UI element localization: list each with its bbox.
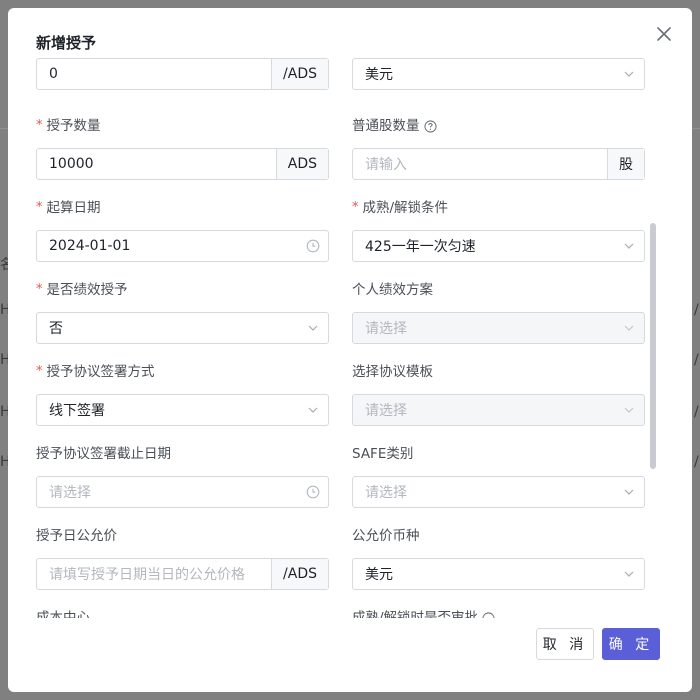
vesting-condition-select[interactable]: 425一年一次匀速 bbox=[352, 230, 645, 262]
chevron-down-icon bbox=[624, 571, 634, 577]
vesting-condition-value: 425一年一次匀速 bbox=[365, 239, 476, 255]
common-shares-input[interactable]: 请输入 股 bbox=[352, 148, 645, 180]
field-safe-type: SAFE类别 请选择 bbox=[352, 444, 645, 508]
start-date-picker[interactable]: 2024-01-01 bbox=[36, 230, 329, 262]
backdrop-text: / bbox=[694, 302, 699, 318]
grant-quantity-suffix: ADS bbox=[275, 149, 328, 179]
field-fair-value-currency: 公允价币种 美元 bbox=[352, 526, 645, 590]
start-date-value: 2024-01-01 bbox=[49, 238, 131, 254]
is-performance-value: 否 bbox=[49, 321, 63, 337]
common-shares-label: 普通股数量 bbox=[352, 116, 645, 136]
confirm-button[interactable]: 确 定 bbox=[602, 628, 660, 660]
cost-center-label: 成本中心 bbox=[36, 610, 90, 618]
sign-deadline-picker[interactable]: 请选择 bbox=[36, 476, 329, 508]
fair-value-input[interactable]: 请填写授予日期当日的公允价格 /ADS bbox=[36, 558, 329, 590]
field-grant-quantity: * 授予数量 10000 ADS bbox=[36, 116, 329, 180]
agreement-template-placeholder: 请选择 bbox=[365, 403, 407, 419]
field-price-currency: 美元 bbox=[352, 58, 645, 90]
modal-title: 新增授予 bbox=[36, 34, 97, 52]
field-agreement-template: 选择协议模板 请选择 bbox=[352, 362, 645, 426]
fair-value-placeholder: 请填写授予日期当日的公允价格 bbox=[49, 567, 245, 583]
question-circle-icon bbox=[482, 611, 495, 618]
backdrop-text: / bbox=[694, 454, 699, 470]
field-vesting-approval: 成熟/解锁时是否审批 bbox=[352, 608, 645, 618]
common-shares-suffix: 股 bbox=[607, 149, 644, 179]
field-sign-method: * 授予协议签署方式 线下签署 bbox=[36, 362, 329, 426]
sign-method-value: 线下签署 bbox=[49, 403, 105, 419]
grant-quantity-value: 10000 bbox=[49, 156, 94, 172]
fair-value-suffix: /ADS bbox=[271, 559, 328, 589]
sign-deadline-placeholder: 请选择 bbox=[49, 485, 91, 501]
price-suffix: /ADS bbox=[271, 59, 328, 89]
field-performance-plan: 个人绩效方案 请选择 bbox=[352, 280, 645, 344]
safe-type-placeholder: 请选择 bbox=[365, 485, 407, 501]
chevron-down-icon bbox=[624, 489, 634, 495]
common-shares-placeholder: 请输入 bbox=[365, 157, 407, 173]
field-common-shares: 普通股数量 请输入 股 bbox=[352, 116, 645, 180]
field-start-date: * 起算日期 2024-01-01 bbox=[36, 198, 329, 262]
safe-type-select[interactable]: 请选择 bbox=[352, 476, 645, 508]
chevron-down-icon bbox=[308, 407, 318, 413]
close-button[interactable] bbox=[652, 22, 676, 46]
close-icon bbox=[657, 27, 671, 41]
fair-value-currency-value: 美元 bbox=[365, 567, 393, 583]
cancel-button[interactable]: 取 消 bbox=[536, 628, 594, 660]
fair-value-currency-select[interactable]: 美元 bbox=[352, 558, 645, 590]
chevron-down-icon bbox=[624, 325, 634, 331]
modal-body[interactable]: 0 /ADS 美元 * 授予数量 10000 ADS 普通股数量 请输入 股 *… bbox=[8, 58, 658, 618]
grant-quantity-input[interactable]: 10000 ADS bbox=[36, 148, 329, 180]
backdrop-divider bbox=[0, 128, 8, 129]
performance-plan-select: 请选择 bbox=[352, 312, 645, 344]
question-circle-icon bbox=[423, 119, 437, 133]
backdrop-text: / bbox=[694, 404, 699, 420]
agreement-template-select: 请选择 bbox=[352, 394, 645, 426]
grant-modal: 新增授予 0 /ADS 美元 * 授予数量 10000 ADS 普通股数量 请输… bbox=[8, 8, 692, 692]
vesting-approval-label: 成熟/解锁时是否审批 bbox=[352, 608, 645, 618]
price-input[interactable]: 0 /ADS bbox=[36, 58, 329, 90]
field-fair-value: 授予日公允价 请填写授予日期当日的公允价格 /ADS bbox=[36, 526, 329, 590]
agreement-template-label: 选择协议模板 bbox=[352, 364, 433, 380]
chevron-down-icon bbox=[624, 71, 634, 77]
field-vesting-condition: * 成熟/解锁条件 425一年一次匀速 bbox=[352, 198, 645, 262]
clock-icon bbox=[306, 239, 320, 253]
sign-method-select[interactable]: 线下签署 bbox=[36, 394, 329, 426]
sign-method-label: * 授予协议签署方式 bbox=[36, 364, 155, 380]
backdrop-text: / bbox=[694, 352, 699, 368]
sign-deadline-label: 授予协议签署截止日期 bbox=[36, 446, 171, 462]
safe-type-label: SAFE类别 bbox=[352, 446, 414, 462]
clock-icon bbox=[306, 485, 320, 499]
performance-plan-placeholder: 请选择 bbox=[365, 321, 407, 337]
fair-value-currency-label: 公允价币种 bbox=[352, 528, 420, 544]
chevron-down-icon bbox=[624, 243, 634, 249]
field-sign-deadline: 授予协议签署截止日期 请选择 bbox=[36, 444, 329, 508]
scrollbar[interactable] bbox=[649, 58, 657, 618]
chevron-down-icon bbox=[624, 407, 634, 413]
backdrop-divider bbox=[692, 128, 700, 129]
price-currency-select[interactable]: 美元 bbox=[352, 58, 645, 90]
field-price: 0 /ADS bbox=[36, 58, 329, 90]
price-value: 0 bbox=[49, 66, 58, 82]
grant-quantity-label: * 授予数量 bbox=[36, 118, 101, 134]
is-performance-select[interactable]: 否 bbox=[36, 312, 329, 344]
field-cost-center: 成本中心 bbox=[36, 608, 329, 618]
start-date-label: * 起算日期 bbox=[36, 200, 101, 216]
is-performance-label: * 是否绩效授予 bbox=[36, 282, 128, 298]
chevron-down-icon bbox=[308, 325, 318, 331]
field-is-performance: * 是否绩效授予 否 bbox=[36, 280, 329, 344]
fair-value-label: 授予日公允价 bbox=[36, 528, 117, 544]
vesting-condition-label: * 成熟/解锁条件 bbox=[352, 200, 449, 216]
performance-plan-label: 个人绩效方案 bbox=[352, 282, 433, 298]
scrollbar-thumb[interactable] bbox=[650, 223, 656, 469]
price-currency-value: 美元 bbox=[365, 67, 393, 83]
